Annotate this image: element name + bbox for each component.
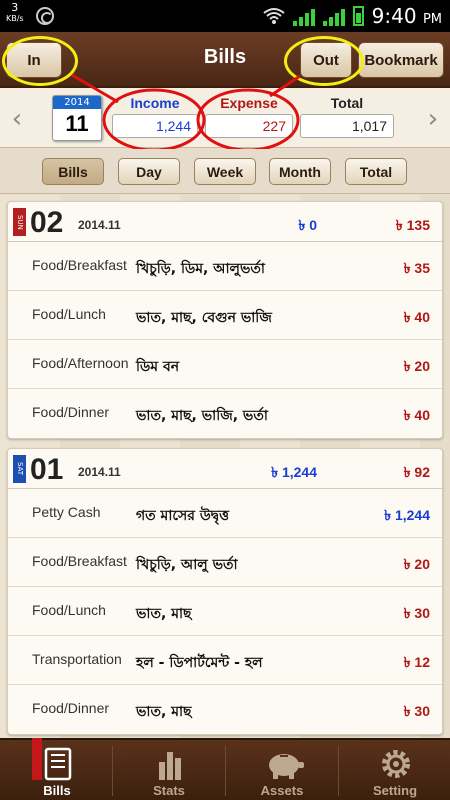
total-label: Total <box>330 95 364 111</box>
day-card: SAT 01 2014.11 ৳ 1,244 ৳ 92 Petty Cash গ… <box>7 448 443 735</box>
day-year-month: 2014.11 <box>78 465 121 479</box>
transaction-memo: হল - ডিপার্টমেন্ট - হল <box>136 655 263 671</box>
day-expense: ৳ 135 <box>395 217 430 233</box>
income-label: Income <box>130 95 180 111</box>
expense-label: Expense <box>220 95 278 111</box>
transaction-amount: ৳ 30 <box>403 605 430 621</box>
network-speed-unit: KB/s <box>6 14 24 23</box>
network-speed: 3 KB/s <box>6 2 24 24</box>
day-header[interactable]: SAT 01 2014.11 ৳ 1,244 ৳ 92 <box>8 449 442 489</box>
wifi-icon <box>263 8 285 24</box>
transaction-category: Petty Cash <box>32 504 101 520</box>
transaction-amount: ৳ 1,244 <box>384 507 430 523</box>
tab-week[interactable]: Week <box>194 158 256 185</box>
nav-bills[interactable]: Bills <box>2 738 112 800</box>
notebook-icon <box>44 747 72 781</box>
transaction-row[interactable]: Food/Dinner ভাত, মাছ ৳ 30 <box>8 685 442 734</box>
transaction-memo: খিচুড়ি, আলু ভর্তা <box>136 557 238 573</box>
transaction-row[interactable]: Food/Dinner ভাত, মাছ, ভাজি, ভর্তা ৳ 40 <box>8 389 442 438</box>
calendar-day: 11 <box>65 111 89 136</box>
sync-icon <box>36 7 54 25</box>
transaction-amount: ৳ 35 <box>403 260 430 276</box>
transaction-memo: ভাত, মাছ, বেগুন ভাজি <box>136 310 272 326</box>
transaction-amount: ৳ 30 <box>403 703 430 719</box>
nav-divider <box>338 746 339 796</box>
transaction-amount: ৳ 20 <box>403 556 430 572</box>
signal-icon <box>292 6 315 26</box>
day-number: 02 <box>30 206 64 239</box>
tab-day[interactable]: Day <box>118 158 180 185</box>
transaction-category: Food/Dinner <box>32 404 110 420</box>
transaction-memo: গত মাসের উদ্বৃত্ত <box>136 508 230 524</box>
transaction-category: Food/Breakfast <box>32 257 127 273</box>
tab-month[interactable]: Month <box>269 158 331 185</box>
nav-assets-label: Assets <box>260 783 304 798</box>
bills-list[interactable]: SUN 02 2014.11 ৳ 0 ৳ 135 Food/Breakfast … <box>0 195 450 738</box>
calendar-year: 2014 <box>53 96 101 109</box>
calendar-date[interactable]: 2014 11 <box>52 95 102 141</box>
day-year-month: 2014.11 <box>78 218 121 232</box>
transaction-memo: ডিম বন <box>136 359 180 375</box>
bar-chart-icon <box>159 752 181 780</box>
day-header[interactable]: SUN 02 2014.11 ৳ 0 ৳ 135 <box>8 202 442 242</box>
nav-divider <box>225 746 226 796</box>
transaction-amount: ৳ 40 <box>403 407 430 423</box>
transaction-memo: খিচুড়ি, ডিম, আলুভর্তা <box>136 261 265 277</box>
signal-2-icon <box>322 6 345 26</box>
out-button[interactable]: Out <box>300 42 352 78</box>
battery-icon <box>352 6 364 26</box>
status-bar: 3 KB/s 9:40 PM <box>0 0 450 32</box>
period-tabs: Bills Day Week Month Total <box>0 149 450 194</box>
bottom-nav: Bills Stats Assets Setting <box>0 738 450 800</box>
in-button[interactable]: In <box>6 42 62 78</box>
nav-setting-label: Setting <box>372 783 418 798</box>
transaction-memo: ভাত, মাছ <box>136 704 192 720</box>
transaction-row[interactable]: Transportation হল - ডিপার্টমেন্ট - হল ৳ … <box>8 636 442 685</box>
transaction-amount: ৳ 12 <box>403 654 430 670</box>
piggy-bank-icon <box>269 754 304 779</box>
expense-total: 227 <box>205 114 293 138</box>
nav-stats[interactable]: Stats <box>114 740 224 800</box>
transaction-row[interactable]: Food/Lunch ভাত, মাছ ৳ 30 <box>8 587 442 636</box>
nav-setting[interactable]: Setting <box>340 740 450 800</box>
tab-total[interactable]: Total <box>345 158 407 185</box>
prev-arrow-icon[interactable]: ‹ <box>6 104 28 134</box>
transaction-category: Food/Breakfast <box>32 553 127 569</box>
nav-assets[interactable]: Assets <box>227 740 337 800</box>
clock-ampm: PM <box>422 12 442 27</box>
clock-time: 9:40 <box>371 4 417 28</box>
nav-divider <box>112 746 113 796</box>
weekday-badge: SAT <box>13 455 26 483</box>
clock: 9:40 PM <box>372 4 442 28</box>
transaction-category: Transportation <box>32 651 122 667</box>
day-expense: ৳ 92 <box>403 464 430 480</box>
day-income: ৳ 1,244 <box>271 464 317 480</box>
transaction-row[interactable]: Food/Lunch ভাত, মাছ, বেগুন ভাজি ৳ 40 <box>8 291 442 340</box>
tab-bills[interactable]: Bills <box>42 158 104 185</box>
next-arrow-icon[interactable]: › <box>422 104 444 134</box>
day-income: ৳ 0 <box>298 217 317 233</box>
bookmark-button[interactable]: Bookmark <box>358 42 444 78</box>
transaction-amount: ৳ 40 <box>403 309 430 325</box>
nav-stats-label: Stats <box>153 783 185 798</box>
transaction-row[interactable]: Food/Breakfast খিচুড়ি, আলু ভর্তা ৳ 20 <box>8 538 442 587</box>
gear-icon <box>382 750 410 778</box>
transaction-memo: ভাত, মাছ, ভাজি, ভর্তা <box>136 408 268 424</box>
transaction-category: Food/Lunch <box>32 602 106 618</box>
income-total: 1,244 <box>112 114 198 138</box>
transaction-category: Food/Dinner <box>32 700 110 716</box>
day-number: 01 <box>30 453 64 486</box>
transaction-amount: ৳ 20 <box>403 358 430 374</box>
transaction-row[interactable]: Food/Breakfast খিচুড়ি, ডিম, আলুভর্তা ৳ … <box>8 242 442 291</box>
transaction-row[interactable]: Petty Cash গত মাসের উদ্বৃত্ত ৳ 1,244 <box>8 489 442 538</box>
transaction-category: Food/Afternoon <box>32 355 129 371</box>
weekday-badge: SUN <box>13 208 26 236</box>
transaction-category: Food/Lunch <box>32 306 106 322</box>
day-card: SUN 02 2014.11 ৳ 0 ৳ 135 Food/Breakfast … <box>7 201 443 439</box>
balance-total: 1,017 <box>300 114 394 138</box>
transaction-memo: ভাত, মাছ <box>136 606 192 622</box>
app-header: In Bills Out Bookmark <box>0 32 450 88</box>
nav-bills-label: Bills <box>43 783 71 798</box>
transaction-row[interactable]: Food/Afternoon ডিম বন ৳ 20 <box>8 340 442 389</box>
